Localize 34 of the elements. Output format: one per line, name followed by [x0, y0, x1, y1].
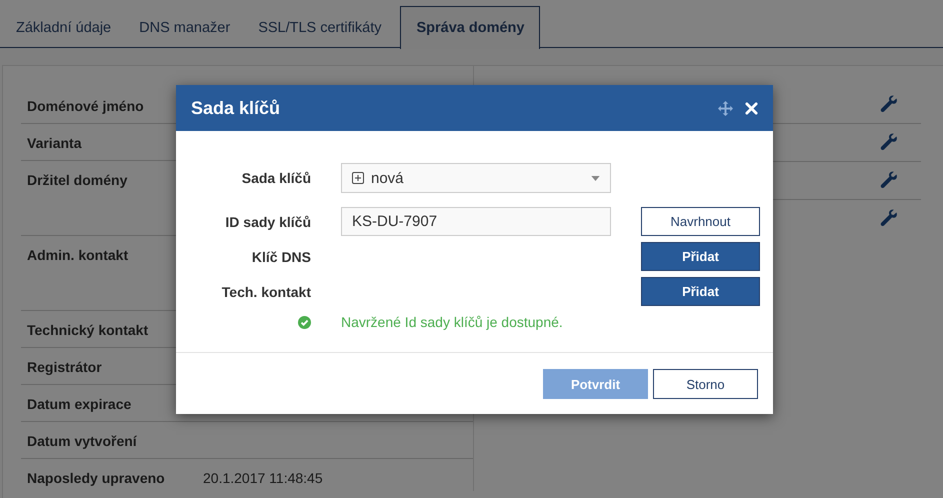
field-label: Varianta	[27, 135, 83, 151]
wrench-icon[interactable]	[879, 170, 899, 190]
suggest-button[interactable]: Navrhnout	[641, 207, 760, 236]
key-set-id-field[interactable]: KS-DU-7907	[341, 207, 611, 236]
wrench-icon[interactable]	[879, 94, 899, 114]
check-circle-icon	[298, 316, 311, 328]
field-label: Admin. kontakt	[27, 247, 130, 263]
field-label: Sada klíčů	[240, 170, 311, 186]
wrench-icon[interactable]	[879, 208, 899, 228]
tab[interactable]: DNS manažer	[125, 6, 244, 48]
field-label: Klíč DNS	[250, 248, 311, 264]
plus-square-icon	[352, 172, 364, 184]
field-label: Registrátor	[27, 359, 103, 375]
field-label: Datum vytvoření	[27, 433, 138, 449]
dialog-title: Sada klíčů	[191, 98, 282, 118]
field-label: ID sady klíčů	[224, 214, 311, 230]
field-label: Technický kontakt	[27, 322, 150, 338]
wrench-icon[interactable]	[879, 132, 899, 152]
caret-icon	[591, 176, 600, 180]
close-icon[interactable]	[745, 102, 758, 114]
add-button[interactable]: Přidat	[641, 242, 760, 271]
field-label: Tech. kontakt	[220, 284, 311, 300]
add-button[interactable]: Přidat	[641, 277, 760, 306]
cancel-button[interactable]: Storno	[653, 369, 758, 399]
key-set-dropdown[interactable]: nová	[341, 163, 611, 193]
move-icon[interactable]	[718, 100, 733, 116]
tab[interactable]: Správa domény	[400, 6, 540, 49]
field-label: Naposledy upraveno	[27, 470, 166, 486]
field-value: 20.1.2017 11:48:45	[203, 470, 323, 486]
tab[interactable]: SSL/TLS certifikáty	[244, 6, 396, 48]
status-message: Navržené Id sady klíčů je dostupné.	[341, 314, 564, 330]
tab[interactable]: Základní údaje	[2, 6, 126, 48]
field-label: Datum expirace	[27, 396, 132, 412]
field-label: Držitel domény	[27, 172, 128, 188]
